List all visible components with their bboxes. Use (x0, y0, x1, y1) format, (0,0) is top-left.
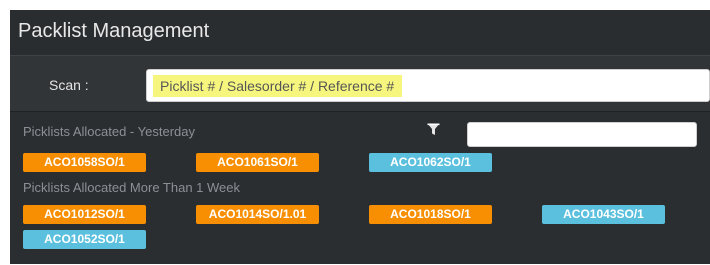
section-heading-more-than-1-week: Picklists Allocated More Than 1 Week (23, 180, 241, 195)
picklist-badge-aco1012so-1[interactable]: ACO1012SO/1 (23, 205, 146, 224)
scan-label: Scan : (49, 77, 89, 93)
picklist-badge-aco1043so-1[interactable]: ACO1043SO/1 (542, 205, 665, 224)
scan-row: Scan : Picklist # / Salesorder # / Refer… (10, 56, 710, 112)
picklist-badge-aco1018so-1[interactable]: ACO1018SO/1 (369, 205, 492, 224)
picklist-badge-aco1058so-1[interactable]: ACO1058SO/1 (23, 153, 146, 172)
picklist-badge-aco1061so-1[interactable]: ACO1061SO/1 (196, 153, 319, 172)
scan-input[interactable] (146, 69, 710, 102)
section-heading-yesterday: Picklists Allocated - Yesterday (23, 124, 195, 139)
picklist-badge-aco1014so-1-01[interactable]: ACO1014SO/1.01 (196, 205, 319, 224)
filter-input[interactable] (467, 122, 697, 147)
picklist-badge-aco1062so-1[interactable]: ACO1062SO/1 (369, 153, 492, 172)
panel-header: Packlist Management (10, 10, 710, 56)
page-title: Packlist Management (18, 20, 210, 42)
picklist-badge-aco1052so-1[interactable]: ACO1052SO/1 (23, 230, 146, 249)
filter-icon[interactable] (427, 123, 440, 136)
packlist-panel: Packlist Management Scan : Picklist # / … (10, 10, 710, 264)
picklist-content: Picklists Allocated - Yesterday ACO1058S… (10, 112, 710, 264)
